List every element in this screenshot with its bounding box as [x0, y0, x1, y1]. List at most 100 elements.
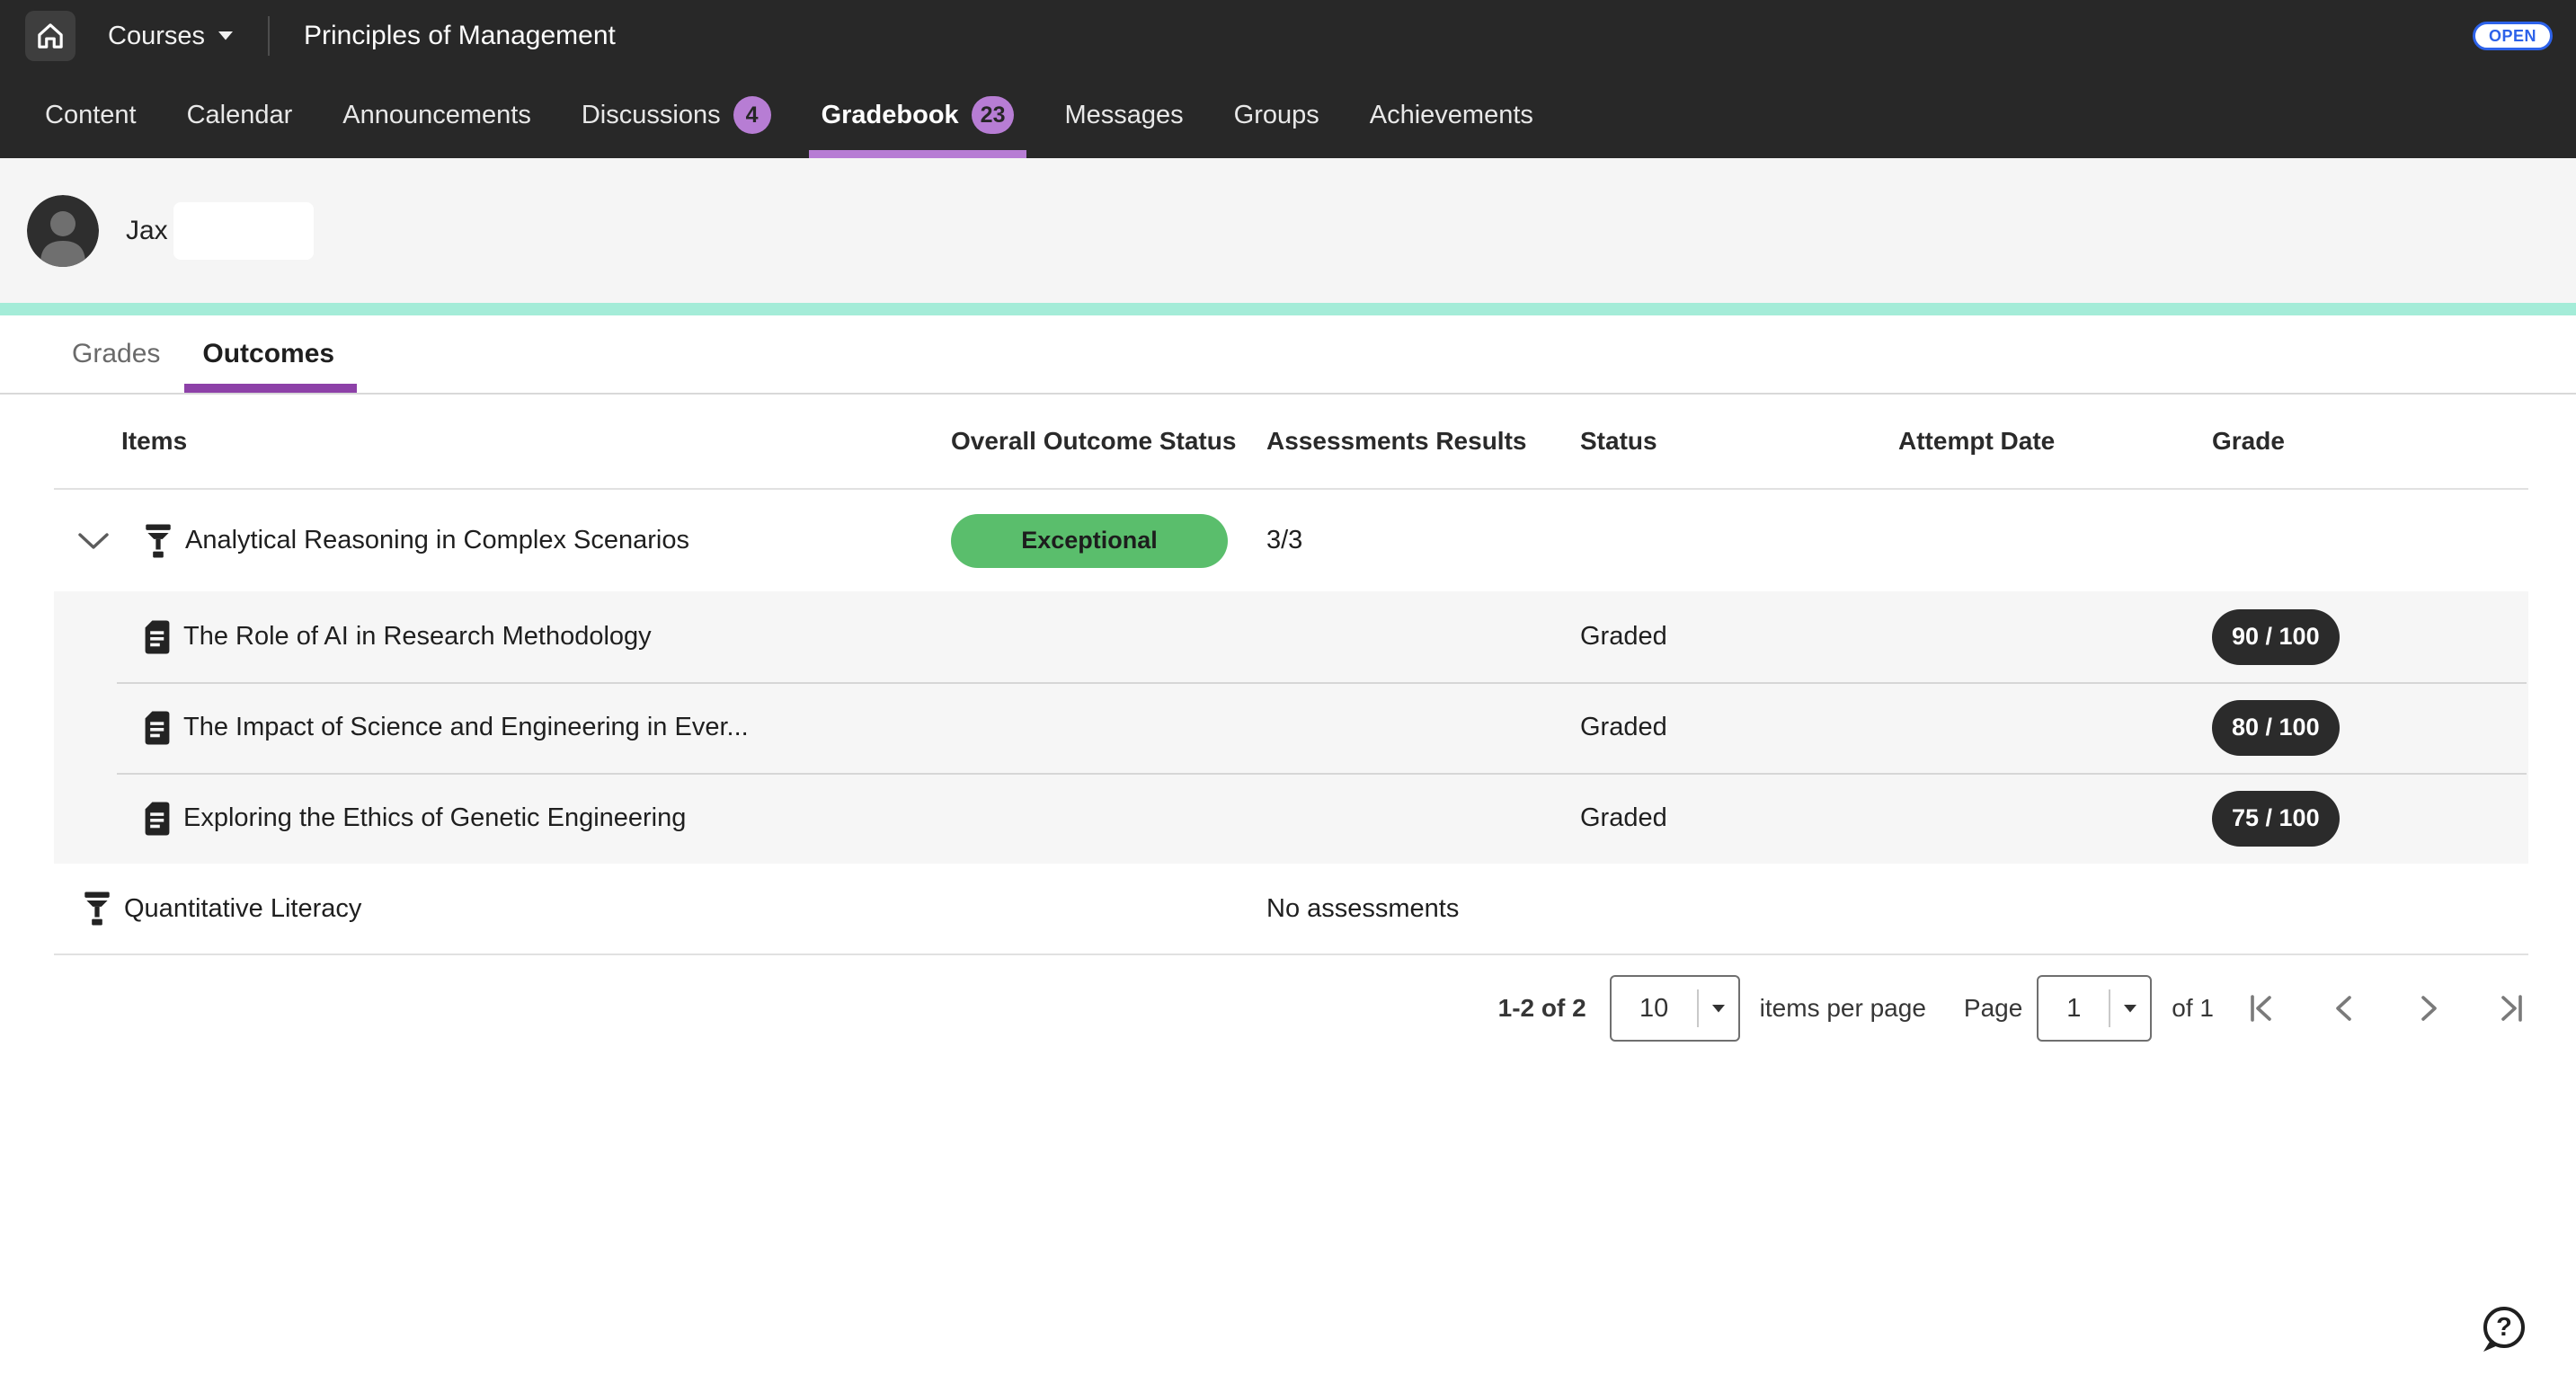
avatar-icon: [27, 195, 99, 267]
pagination-bar: 1-2 of 2 10 items per page Page 1 of 1: [54, 955, 2528, 1061]
assessment-subrows: The Role of AI in Research Methodology G…: [54, 591, 2528, 864]
column-header-attempt-date: Attempt Date: [1898, 427, 2212, 456]
nav-label: Calendar: [187, 101, 293, 130]
page-label: Page: [1964, 994, 2022, 1023]
column-header-assessments-results: Assessments Results: [1266, 427, 1580, 456]
pager-prev-icon: [2327, 990, 2363, 1026]
results-range-label: 1-2 of 2: [1498, 994, 1586, 1023]
assessment-icon: [144, 802, 171, 836]
column-header-overall-outcome-status: Overall Outcome Status: [951, 427, 1266, 456]
outcome-title: Quantitative Literacy: [124, 894, 361, 924]
column-header-status: Status: [1580, 427, 1898, 456]
course-navbar: Content Calendar Announcements Discussio…: [0, 72, 2576, 158]
overall-status-badge: Exceptional: [951, 514, 1228, 568]
page-number-value: 1: [2039, 994, 2109, 1024]
nav-item-discussions[interactable]: Discussions 4: [582, 72, 771, 158]
pager-last-icon: [2492, 990, 2528, 1026]
topbar-divider: [268, 16, 270, 56]
dropdown-caret-icon: [1699, 1004, 1738, 1014]
outcome-icon: [144, 524, 173, 558]
total-pages-label: of 1: [2172, 994, 2214, 1023]
svg-text:?: ?: [2496, 1313, 2512, 1342]
page-size-value: 10: [1612, 994, 1697, 1024]
gradebook-outcomes-page: Courses Principles of Management OPEN Co…: [0, 0, 2576, 1375]
pager-next-icon: [2410, 990, 2446, 1026]
outcomes-table: Items Overall Outcome Status Assessments…: [54, 395, 2528, 955]
first-page-button[interactable]: [2244, 990, 2280, 1026]
nav-item-messages[interactable]: Messages: [1064, 72, 1183, 158]
redacted-name-box: [173, 202, 314, 260]
course-title: Principles of Management: [304, 21, 616, 51]
outcome-row-quantitative-literacy: Quantitative Literacy No assessments: [54, 864, 2528, 955]
assessment-status: Graded: [1580, 803, 1898, 833]
nav-label: Achievements: [1370, 101, 1533, 130]
courses-dropdown[interactable]: Courses: [108, 22, 234, 51]
course-open-badge: OPEN: [2473, 22, 2553, 50]
top-bar: Courses Principles of Management OPEN: [0, 0, 2576, 72]
assessment-status: Graded: [1580, 622, 1898, 652]
nav-label: Groups: [1234, 101, 1319, 130]
previous-page-button[interactable]: [2327, 990, 2363, 1026]
tab-grades[interactable]: Grades: [72, 315, 160, 393]
student-first-name: Jax: [126, 216, 168, 246]
pager-first-icon: [2244, 990, 2280, 1026]
collapse-row-button[interactable]: [76, 530, 111, 552]
assessments-results-value: 3/3: [1266, 526, 1580, 555]
nav-label: Content: [45, 101, 137, 130]
outcome-row-analytical-reasoning: Analytical Reasoning in Complex Scenario…: [54, 490, 2528, 591]
tab-label: Grades: [72, 339, 160, 369]
nav-item-calendar[interactable]: Calendar: [187, 72, 293, 158]
gradebook-count-badge: 23: [972, 96, 1015, 134]
gradebook-tabs: Grades Outcomes: [0, 315, 2576, 395]
courses-label: Courses: [108, 22, 205, 51]
last-page-button[interactable]: [2492, 990, 2528, 1026]
tab-label: Outcomes: [202, 339, 334, 369]
pager-controls: [2244, 990, 2528, 1026]
tab-outcomes[interactable]: Outcomes: [202, 315, 334, 393]
active-nav-underline: [809, 150, 1027, 158]
next-page-button[interactable]: [2410, 990, 2446, 1026]
table-header-row: Items Overall Outcome Status Assessments…: [54, 395, 2528, 490]
nav-item-gradebook[interactable]: Gradebook 23: [822, 72, 1015, 158]
items-per-page-label: items per page: [1760, 994, 1926, 1023]
page-size-select[interactable]: 10: [1610, 975, 1740, 1042]
assessment-title: The Role of AI in Research Methodology: [183, 622, 652, 652]
nav-item-content[interactable]: Content: [45, 72, 137, 158]
student-profile-header: Jax: [0, 158, 2576, 303]
avatar: [27, 195, 99, 267]
grade-pill: 75 / 100: [2212, 791, 2340, 847]
column-header-items: Items: [54, 427, 951, 456]
grade-pill: 90 / 100: [2212, 609, 2340, 665]
nav-label: Gradebook: [822, 101, 959, 130]
home-button[interactable]: [25, 11, 76, 61]
caret-down-icon: [218, 31, 234, 41]
help-button[interactable]: ?: [2477, 1303, 2529, 1355]
discussions-count-badge: 4: [733, 96, 771, 134]
active-tab-underline: [184, 384, 357, 393]
assessment-row: Exploring the Ethics of Genetic Engineer…: [54, 773, 2528, 864]
grade-pill: 80 / 100: [2212, 700, 2340, 756]
assessment-icon: [144, 620, 171, 654]
outcome-icon: [83, 892, 111, 926]
nav-item-achievements[interactable]: Achievements: [1370, 72, 1533, 158]
dropdown-caret-icon: [2110, 1004, 2150, 1014]
assessment-row: The Role of AI in Research Methodology G…: [54, 591, 2528, 682]
nav-item-groups[interactable]: Groups: [1234, 72, 1319, 158]
outcome-title: Analytical Reasoning in Complex Scenario…: [185, 526, 689, 555]
nav-item-announcements[interactable]: Announcements: [342, 72, 531, 158]
assessments-results-value: No assessments: [1266, 894, 1580, 924]
home-icon: [35, 21, 66, 51]
nav-label: Messages: [1064, 101, 1183, 130]
teal-divider-bar: [0, 303, 2576, 315]
assessment-title: Exploring the Ethics of Genetic Engineer…: [183, 803, 686, 833]
nav-label: Discussions: [582, 101, 721, 130]
assessment-icon: [144, 711, 171, 745]
page-number-select[interactable]: 1: [2037, 975, 2152, 1042]
assessment-title: The Impact of Science and Engineering in…: [183, 713, 749, 742]
assessment-row: The Impact of Science and Engineering in…: [54, 682, 2528, 773]
chevron-down-icon: [76, 530, 111, 552]
column-header-grade: Grade: [2212, 427, 2528, 456]
nav-label: Announcements: [342, 101, 531, 130]
assessment-status: Graded: [1580, 713, 1898, 742]
help-icon: ?: [2477, 1303, 2529, 1355]
